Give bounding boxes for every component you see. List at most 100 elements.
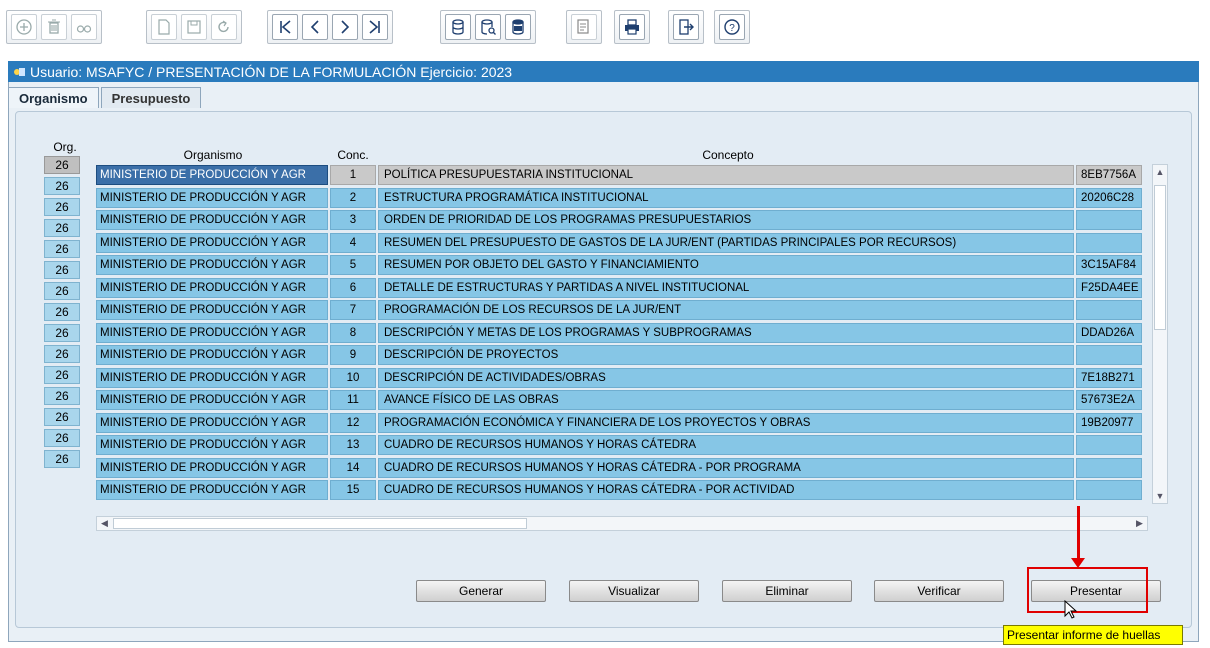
org-cell[interactable]: 26 bbox=[44, 450, 80, 468]
hash-cell[interactable]: DDAD26A bbox=[1076, 322, 1142, 343]
organismo-cell[interactable]: MINISTERIO DE PRODUCCIÓN Y AGR bbox=[96, 255, 328, 275]
last-record-button[interactable] bbox=[362, 14, 388, 40]
horizontal-scroll-thumb[interactable] bbox=[113, 518, 527, 529]
concepto-cell[interactable]: DESCRIPCIÓN DE ACTIVIDADES/OBRAS bbox=[378, 367, 1074, 388]
delete-record-button[interactable] bbox=[41, 14, 67, 40]
org-cell[interactable]: 26 bbox=[44, 240, 80, 258]
hash-cell[interactable]: 57673E2A bbox=[1076, 390, 1142, 410]
concepto-cell[interactable]: AVANCE FÍSICO DE LAS OBRAS bbox=[378, 390, 1074, 410]
execute-query-button[interactable] bbox=[505, 14, 531, 40]
org-cell[interactable]: 26 bbox=[44, 387, 80, 405]
organismo-cell[interactable]: MINISTERIO DE PRODUCCIÓN Y AGR bbox=[96, 210, 328, 230]
concepto-cell[interactable]: CUADRO DE RECURSOS HUMANOS Y HORAS CÁTED… bbox=[378, 435, 1074, 455]
org-cell[interactable]: 26 bbox=[44, 219, 80, 237]
concepto-cell[interactable]: DETALLE DE ESTRUCTURAS Y PARTIDAS A NIVE… bbox=[378, 277, 1074, 298]
next-record-button[interactable] bbox=[332, 14, 358, 40]
conc-cell[interactable]: 8 bbox=[330, 322, 376, 343]
conc-cell[interactable]: 1 bbox=[330, 165, 376, 185]
organismo-cell[interactable]: MINISTERIO DE PRODUCCIÓN Y AGR bbox=[96, 367, 328, 388]
table-row[interactable]: MINISTERIO DE PRODUCCIÓN Y AGR 10 DESCRIPC… bbox=[96, 367, 1148, 390]
table-row[interactable]: MINISTERIO DE PRODUCCIÓN Y AGR 2 ESTRUCTUR… bbox=[96, 187, 1148, 210]
tab-presupuesto[interactable]: Presupuesto bbox=[100, 87, 202, 108]
organismo-cell[interactable]: MINISTERIO DE PRODUCCIÓN Y AGR bbox=[96, 300, 328, 320]
conc-cell[interactable]: 14 bbox=[330, 457, 376, 478]
hash-cell[interactable] bbox=[1076, 345, 1142, 365]
conc-cell[interactable]: 12 bbox=[330, 412, 376, 433]
table-row[interactable]: MINISTERIO DE PRODUCCIÓN Y AGR 12 PROGRAMA… bbox=[96, 412, 1148, 435]
concepto-cell[interactable]: DESCRIPCIÓN DE PROYECTOS bbox=[378, 345, 1074, 365]
concepto-cell[interactable]: PROGRAMACIÓN DE LOS RECURSOS DE LA JUR/E… bbox=[378, 300, 1074, 320]
undo-button[interactable] bbox=[211, 14, 237, 40]
organismo-cell[interactable]: MINISTERIO DE PRODUCCIÓN Y AGR bbox=[96, 165, 328, 185]
organismo-cell[interactable]: MINISTERIO DE PRODUCCIÓN Y AGR bbox=[96, 412, 328, 433]
table-row[interactable]: MINISTERIO DE PRODUCCIÓN Y AGR 9 DESCRIPCI… bbox=[96, 344, 1148, 367]
org-cell[interactable]: 26 bbox=[44, 345, 80, 363]
org-cell[interactable]: 26 bbox=[44, 324, 80, 342]
organismo-cell[interactable]: MINISTERIO DE PRODUCCIÓN Y AGR bbox=[96, 277, 328, 298]
hash-cell[interactable] bbox=[1076, 210, 1142, 230]
organismo-cell[interactable]: MINISTERIO DE PRODUCCIÓN Y AGR bbox=[96, 322, 328, 343]
scroll-left-icon[interactable]: ◀ bbox=[99, 518, 110, 529]
conc-cell[interactable]: 4 bbox=[330, 232, 376, 253]
concepto-cell[interactable]: ESTRUCTURA PROGRAMÁTICA INSTITUCIONAL bbox=[378, 187, 1074, 208]
search-button[interactable] bbox=[71, 14, 97, 40]
org-cell[interactable]: 26 bbox=[44, 408, 80, 426]
conc-cell[interactable]: 2 bbox=[330, 187, 376, 208]
conc-cell[interactable]: 15 bbox=[330, 480, 376, 500]
hash-cell[interactable]: 20206C28 bbox=[1076, 187, 1142, 208]
org-cell[interactable]: 26 bbox=[44, 261, 80, 279]
print-button[interactable] bbox=[619, 14, 645, 40]
hash-cell[interactable]: 19B20977 bbox=[1076, 412, 1142, 433]
org-cell[interactable]: 26 bbox=[44, 177, 80, 195]
generar-button[interactable]: Generar bbox=[416, 580, 546, 602]
organismo-cell[interactable]: MINISTERIO DE PRODUCCIÓN Y AGR bbox=[96, 457, 328, 478]
concepto-cell[interactable]: PROGRAMACIÓN ECONÓMICA Y FINANCIERA DE L… bbox=[378, 412, 1074, 433]
save-button[interactable] bbox=[181, 14, 207, 40]
table-row[interactable]: MINISTERIO DE PRODUCCIÓN Y AGR 4 RESUMEN D… bbox=[96, 232, 1148, 255]
conc-cell[interactable]: 3 bbox=[330, 210, 376, 230]
table-row[interactable]: MINISTERIO DE PRODUCCIÓN Y AGR 1 POLÍTICA … bbox=[96, 164, 1148, 187]
org-cell[interactable]: 26 bbox=[44, 156, 80, 174]
vertical-scrollbar[interactable]: ▲ ▼ bbox=[1152, 164, 1168, 504]
tab-organismo[interactable]: Organismo bbox=[8, 87, 99, 108]
exit-button[interactable] bbox=[673, 14, 699, 40]
concepto-cell[interactable]: CUADRO DE RECURSOS HUMANOS Y HORAS CÁTED… bbox=[378, 480, 1074, 500]
enter-query-button[interactable] bbox=[445, 14, 471, 40]
table-row[interactable]: MINISTERIO DE PRODUCCIÓN Y AGR 11 AVANCE F… bbox=[96, 389, 1148, 412]
concepto-cell[interactable]: DESCRIPCIÓN Y METAS DE LOS PROGRAMAS Y S… bbox=[378, 322, 1074, 343]
first-record-button[interactable] bbox=[272, 14, 298, 40]
conc-cell[interactable]: 7 bbox=[330, 300, 376, 320]
org-cell[interactable]: 26 bbox=[44, 429, 80, 447]
hash-cell[interactable] bbox=[1076, 457, 1142, 478]
organismo-cell[interactable]: MINISTERIO DE PRODUCCIÓN Y AGR bbox=[96, 480, 328, 500]
organismo-cell[interactable]: MINISTERIO DE PRODUCCIÓN Y AGR bbox=[96, 187, 328, 208]
horizontal-scrollbar[interactable]: ◀ ▶ bbox=[96, 516, 1148, 531]
help-button[interactable]: ? bbox=[719, 14, 745, 40]
hash-cell[interactable] bbox=[1076, 300, 1142, 320]
hash-cell[interactable] bbox=[1076, 232, 1142, 253]
previous-record-button[interactable] bbox=[302, 14, 328, 40]
scroll-right-icon[interactable]: ▶ bbox=[1134, 518, 1145, 529]
hash-cell[interactable] bbox=[1076, 435, 1142, 455]
organismo-cell[interactable]: MINISTERIO DE PRODUCCIÓN Y AGR bbox=[96, 390, 328, 410]
table-row[interactable]: MINISTERIO DE PRODUCCIÓN Y AGR 15 CUADRO D… bbox=[96, 479, 1148, 502]
conc-cell[interactable]: 5 bbox=[330, 255, 376, 275]
org-cell[interactable]: 26 bbox=[44, 282, 80, 300]
conc-cell[interactable]: 11 bbox=[330, 390, 376, 410]
eliminar-button[interactable]: Eliminar bbox=[722, 580, 852, 602]
report-button[interactable] bbox=[571, 14, 597, 40]
concepto-cell[interactable]: RESUMEN DEL PRESUPUESTO DE GASTOS DE LA … bbox=[378, 232, 1074, 253]
table-row[interactable]: MINISTERIO DE PRODUCCIÓN Y AGR 13 CUADRO D… bbox=[96, 434, 1148, 457]
verificar-button[interactable]: Verificar bbox=[874, 580, 1004, 602]
conc-cell[interactable]: 10 bbox=[330, 367, 376, 388]
vertical-scroll-thumb[interactable] bbox=[1154, 185, 1166, 330]
search-query-button[interactable] bbox=[475, 14, 501, 40]
insert-record-button[interactable] bbox=[11, 14, 37, 40]
scroll-down-icon[interactable]: ▼ bbox=[1155, 491, 1165, 501]
scroll-up-icon[interactable]: ▲ bbox=[1155, 167, 1165, 177]
org-cell[interactable]: 26 bbox=[44, 366, 80, 384]
conc-cell[interactable]: 9 bbox=[330, 345, 376, 365]
conc-cell[interactable]: 6 bbox=[330, 277, 376, 298]
hash-cell[interactable] bbox=[1076, 480, 1142, 500]
table-row[interactable]: MINISTERIO DE PRODUCCIÓN Y AGR 5 RESUMEN P… bbox=[96, 254, 1148, 277]
